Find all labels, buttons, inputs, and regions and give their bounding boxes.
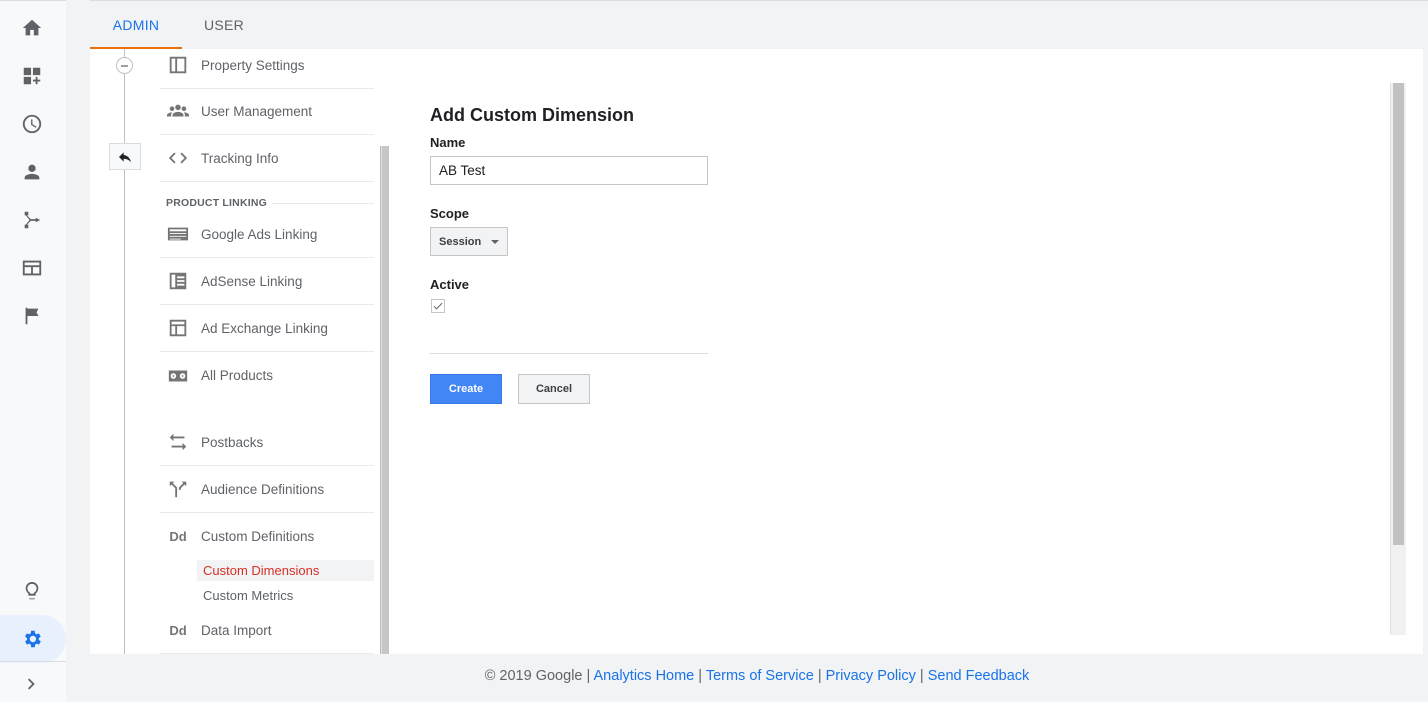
nav-item-label: All Products xyxy=(201,368,274,383)
tab-admin[interactable]: ADMIN xyxy=(90,1,182,49)
property-settings-icon xyxy=(166,53,190,77)
nav-item-label: Postbacks xyxy=(201,434,264,450)
main-scrollbar-thumb[interactable] xyxy=(1393,83,1404,545)
nav-item-data-import[interactable]: Dd Data Import xyxy=(160,607,374,654)
footer-separator: | xyxy=(582,668,594,684)
admin-gear-icon[interactable] xyxy=(18,625,46,653)
section-divider xyxy=(272,203,374,204)
footer-copyright: © 2019 Google xyxy=(484,668,583,684)
nav-item-ad-exchange-linking[interactable]: Ad Exchange Linking xyxy=(160,305,374,352)
nav-item-label: Data Import xyxy=(201,622,272,638)
tab-user[interactable]: USER xyxy=(182,1,266,49)
admin-panel: Property Settings User Management Tracki… xyxy=(90,49,1423,654)
postbacks-icon xyxy=(166,430,190,454)
nav-item-label: User Management xyxy=(201,103,313,119)
dd-icon: Dd xyxy=(166,618,190,642)
top-tabs: ADMIN USER xyxy=(90,0,1428,49)
footer: © 2019 Google | Analytics Home | Terms o… xyxy=(0,668,1428,684)
adsense-icon xyxy=(166,269,190,293)
form-divider xyxy=(430,353,708,354)
link-icon xyxy=(166,364,190,388)
acquisition-icon[interactable] xyxy=(18,206,46,234)
back-arrow-icon xyxy=(119,151,131,162)
hierarchy-line xyxy=(124,49,125,654)
behavior-icon[interactable] xyxy=(18,254,46,282)
audience-fork-icon xyxy=(166,477,190,501)
sub-item-custom-metrics[interactable]: Custom Metrics xyxy=(197,585,374,606)
back-button[interactable] xyxy=(109,143,141,170)
realtime-icon[interactable] xyxy=(18,110,46,138)
cancel-button[interactable]: Cancel xyxy=(518,374,590,404)
name-input[interactable] xyxy=(430,156,708,185)
scope-value: Session xyxy=(439,235,482,248)
nav-item-property-settings[interactable]: Property Settings xyxy=(160,49,374,89)
nav-item-custom-definitions[interactable]: Dd Custom Definitions xyxy=(160,513,374,560)
sub-item-custom-dimensions[interactable]: Custom Dimensions xyxy=(197,560,374,581)
nav-item-google-ads-linking[interactable]: Google Ads Linking xyxy=(160,211,374,258)
nav-item-label: Property Settings xyxy=(201,57,305,73)
nav-item-tracking-info[interactable]: Tracking Info xyxy=(160,135,374,182)
left-rail xyxy=(0,0,66,702)
name-label: Name xyxy=(430,135,466,150)
nav-item-label: Tracking Info xyxy=(201,150,279,166)
nav-item-postbacks[interactable]: Postbacks xyxy=(160,419,374,466)
audience-icon[interactable] xyxy=(18,158,46,186)
tab-user-label: USER xyxy=(203,17,245,33)
main-scrollbar[interactable] xyxy=(1390,83,1406,635)
nav-scrollbar-thumb[interactable] xyxy=(382,146,389,654)
home-icon[interactable] xyxy=(18,14,46,42)
conversions-icon[interactable] xyxy=(18,302,46,330)
checkmark-icon xyxy=(433,302,443,310)
nav-item-adsense-linking[interactable]: AdSense Linking xyxy=(160,258,374,305)
footer-separator: | xyxy=(813,668,826,684)
rail-divider xyxy=(0,661,66,662)
dd-glyph: Dd xyxy=(169,622,187,638)
dd-icon: Dd xyxy=(166,525,190,549)
caret-down-icon xyxy=(491,240,499,244)
create-button[interactable]: Create xyxy=(430,374,502,404)
ads-icon xyxy=(166,222,190,246)
active-checkbox[interactable] xyxy=(431,299,445,313)
scope-select[interactable]: Session xyxy=(430,227,508,256)
footer-separator: | xyxy=(915,668,928,684)
nav-item-label: Custom Definitions xyxy=(201,529,315,544)
nav-item-audience-definitions[interactable]: Audience Definitions xyxy=(160,466,374,513)
form-title: Add Custom Dimension xyxy=(430,105,635,125)
nav-scrollbar[interactable] xyxy=(380,146,389,654)
nav-item-user-management[interactable]: User Management xyxy=(160,88,374,135)
nav-item-label: Google Ads Linking xyxy=(201,226,318,242)
customization-icon[interactable] xyxy=(18,62,46,90)
scope-label: Scope xyxy=(430,206,470,221)
footer-link-privacy[interactable]: Privacy Policy xyxy=(826,668,916,684)
section-product-linking: PRODUCT LINKING xyxy=(166,197,267,209)
footer-link-analytics-home[interactable]: Analytics Home xyxy=(594,668,695,684)
admin-nav-highlight xyxy=(0,615,66,663)
footer-separator: | xyxy=(694,668,706,684)
users-icon xyxy=(166,99,190,123)
nav-item-label: Ad Exchange Linking xyxy=(201,320,328,336)
dd-glyph: Dd xyxy=(169,529,187,544)
active-label: Active xyxy=(430,277,470,292)
nav-item-label: Audience Definitions xyxy=(201,481,325,497)
discover-icon[interactable] xyxy=(18,577,46,605)
footer-link-feedback[interactable]: Send Feedback xyxy=(928,668,1030,684)
footer-link-terms[interactable]: Terms of Service xyxy=(706,668,814,684)
code-icon xyxy=(166,146,190,170)
nav-item-all-products[interactable]: All Products xyxy=(160,352,374,399)
collapse-node[interactable] xyxy=(116,57,133,74)
ad-exchange-icon xyxy=(166,316,190,340)
nav-item-label: AdSense Linking xyxy=(201,273,303,289)
tab-admin-label: ADMIN xyxy=(112,17,160,33)
